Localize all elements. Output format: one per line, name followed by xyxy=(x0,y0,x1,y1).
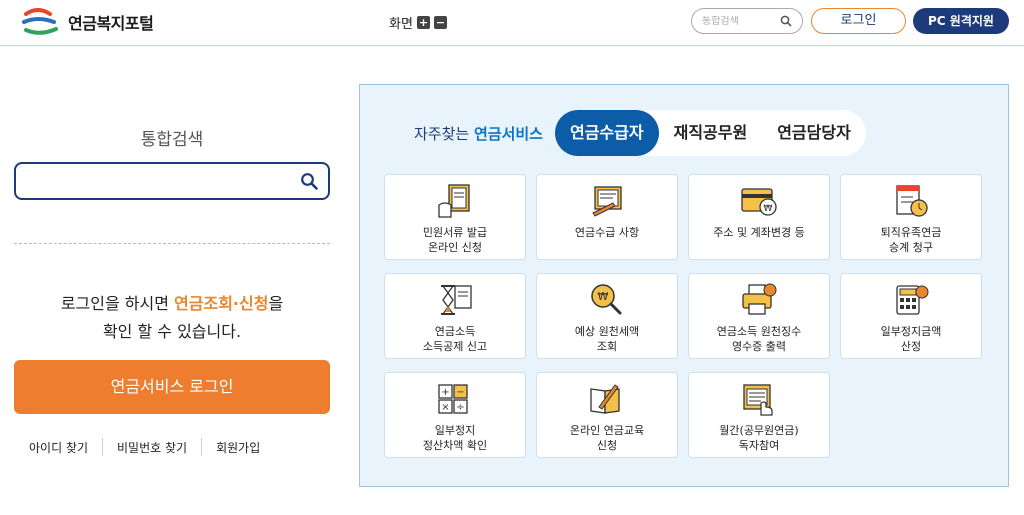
card-survivor-pension[interactable]: 퇴직유족연금 승계 청구 xyxy=(840,174,982,260)
login-message-highlight: 연금조회·신청 xyxy=(174,294,269,313)
card-address-change[interactable]: ₩ 주소 및 계좌변경 등 xyxy=(688,174,830,260)
divider xyxy=(14,243,330,244)
math-symbols-icon: + − × ÷ xyxy=(438,384,468,414)
tab-intro: 자주찾는 연금서비스 xyxy=(414,123,543,144)
zoom-out-button[interactable]: − xyxy=(433,16,447,29)
card-label: 예상 원천세액 조회 xyxy=(574,325,640,353)
account-links: 아이디 찾기 비밀번호 찾기 회원가입 xyxy=(14,438,330,456)
find-password-link[interactable]: 비밀번호 찾기 xyxy=(103,439,201,456)
card-pension-info[interactable]: 연금수급 사항 xyxy=(536,174,678,260)
svg-text:₩: ₩ xyxy=(598,290,609,303)
zoom-in-button[interactable]: + xyxy=(416,16,430,29)
search-icon[interactable] xyxy=(780,15,792,27)
calculator-icon xyxy=(896,285,929,315)
login-message-post: 을 xyxy=(268,294,284,313)
magazine-hand-icon xyxy=(743,384,773,416)
login-message-line2: 확인 할 수 있습니다. xyxy=(102,322,242,341)
card-estimated-tax[interactable]: ₩ 예상 원천세액 조회 xyxy=(536,273,678,359)
tab-pension-recipient[interactable]: 연금수급자 xyxy=(554,110,659,156)
header: 연금복지포털 화면 + − 로그인 PC 원격지원 xyxy=(0,0,1024,46)
header-login-button[interactable]: 로그인 xyxy=(811,8,906,34)
card-label: 일부정지금액 산정 xyxy=(880,325,942,353)
header-search-input[interactable] xyxy=(702,15,774,27)
service-grid: 민원서류 발급 온라인 신청 연금수급 사항 ₩ 주소 및 계좌변경 등 퇴직유… xyxy=(384,174,982,458)
find-id-link[interactable]: 아이디 찾기 xyxy=(14,439,102,456)
service-tabbar: 자주찾는 연금서비스 연금수급자 재직공무원 연금담당자 xyxy=(414,110,866,156)
main-search-input[interactable] xyxy=(26,164,286,198)
card-withholding-receipt[interactable]: 연금소득 원천징수 영수증 출력 xyxy=(688,273,830,359)
header-search xyxy=(691,8,803,34)
tab-group: 연금수급자 재직공무원 연금담당자 xyxy=(554,110,866,156)
card-partial-suspension-amount[interactable]: 일부정지금액 산정 xyxy=(840,273,982,359)
svg-text:÷: ÷ xyxy=(456,402,464,413)
logo-icon xyxy=(22,8,58,35)
tab-active-official[interactable]: 재직공무원 xyxy=(659,110,763,156)
svg-text:₩: ₩ xyxy=(764,204,773,214)
tab-pension-manager[interactable]: 연금담당자 xyxy=(762,110,866,156)
service-panel: 자주찾는 연금서비스 연금수급자 재직공무원 연금담당자 민원서류 발급 온라인… xyxy=(359,84,1009,487)
card-label: 퇴직유족연금 승계 청구 xyxy=(880,226,942,254)
card-label: 월간(공무원연금) 독자참여 xyxy=(719,424,799,452)
logo[interactable]: 연금복지포털 xyxy=(20,8,154,36)
left-panel: 통합검색 로그인을 하시면 연금조회·신청을 확인 할 수 있습니다. 연금서비… xyxy=(14,110,330,456)
card-label: 온라인 연금교육 신청 xyxy=(569,424,645,452)
login-message-pre: 로그인을 하시면 xyxy=(60,294,175,313)
signup-link[interactable]: 회원가입 xyxy=(202,439,274,456)
document-hand-icon xyxy=(438,184,470,218)
tab-intro-pre: 자주찾는 xyxy=(414,124,474,143)
remote-support-button[interactable]: PC 원격지원 xyxy=(913,8,1009,34)
card-monthly-magazine[interactable]: 월간(공무원연금) 독자참여 xyxy=(688,372,830,458)
book-pen-icon xyxy=(590,384,620,414)
hourglass-icon xyxy=(441,285,472,315)
card-partial-suspension-settlement[interactable]: + − × ÷ 일부정지 정산차액 확인 xyxy=(384,372,526,458)
svg-text:+: + xyxy=(441,387,449,398)
zoom-label: 화면 xyxy=(389,17,413,32)
card-label: 연금수급 사항 xyxy=(574,226,640,239)
svg-text:−: − xyxy=(456,387,464,398)
card-label: 주소 및 계좌변경 등 xyxy=(713,226,805,239)
search-icon[interactable] xyxy=(300,172,318,190)
card-coin-icon: ₩ xyxy=(741,188,777,216)
card-income-deduction[interactable]: 연금소득 소득공제 신고 xyxy=(384,273,526,359)
coin-search-icon: ₩ xyxy=(591,284,622,315)
printer-icon xyxy=(742,283,777,315)
card-label: 연금소득 소득공제 신고 xyxy=(422,325,488,353)
main-search xyxy=(14,162,330,200)
zoom-control: 화면 + − xyxy=(389,13,447,32)
service-login-button[interactable]: 연금서비스 로그인 xyxy=(14,360,330,414)
card-label: 일부정지 정산차액 확인 xyxy=(422,424,488,452)
card-label: 민원서류 발급 온라인 신청 xyxy=(422,226,488,254)
logo-text: 연금복지포털 xyxy=(68,14,154,33)
search-title: 통합검색 xyxy=(140,130,204,150)
checklist-clock-icon xyxy=(896,185,928,217)
card-label: 연금소득 원천징수 영수증 출력 xyxy=(716,325,802,353)
card-online-education[interactable]: 온라인 연금교육 신청 xyxy=(536,372,678,458)
document-pen-icon xyxy=(592,186,622,217)
card-document-issue[interactable]: 민원서류 발급 온라인 신청 xyxy=(384,174,526,260)
tab-intro-bold: 연금서비스 xyxy=(473,124,543,143)
login-message: 로그인을 하시면 연금조회·신청을 확인 할 수 있습니다. xyxy=(14,290,330,346)
svg-text:×: × xyxy=(441,402,449,413)
